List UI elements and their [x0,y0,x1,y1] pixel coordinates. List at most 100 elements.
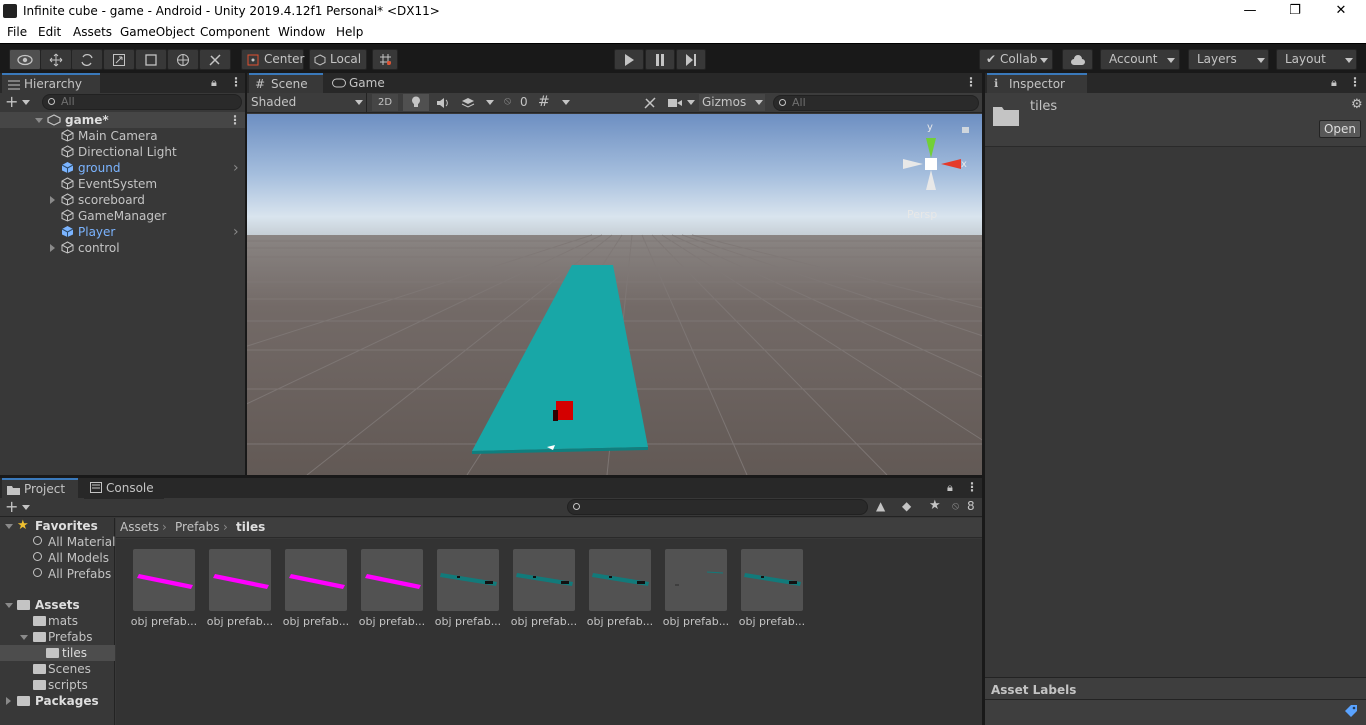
pivot-center-button[interactable]: Center [241,49,304,70]
effects-dropdown[interactable] [457,94,497,111]
gear-icon[interactable]: ⚙ [1351,97,1363,112]
pivot-local-button[interactable]: Local [309,49,367,70]
folder-mats[interactable]: mats [0,613,115,629]
hidden-packages-toggle[interactable]: ⦸ 8 [952,499,982,515]
create-dropdown[interactable]: + [5,93,35,111]
menu-file[interactable]: File [7,25,27,39]
pause-button[interactable] [645,49,675,70]
cloud-button[interactable] [1062,49,1093,70]
open-button[interactable]: Open [1319,120,1361,138]
lock-icon[interactable]: 🔒︎ [1331,76,1337,90]
breadcrumb-tiles[interactable]: tiles [236,520,265,534]
toggle-2d-button[interactable]: 2D [372,94,398,111]
scale-tool-button[interactable] [103,49,135,70]
lock-icon[interactable]: 🔒︎ [947,481,953,495]
assets-row[interactable]: Assets [0,597,115,613]
gizmo-lock-icon[interactable] [962,127,969,133]
folder-prefabs[interactable]: Prefabs [0,629,115,645]
lighting-toggle[interactable] [403,94,429,111]
asset-item[interactable]: obj prefab... [202,549,278,629]
expand-arrow-icon[interactable] [50,244,55,252]
tab-inspector[interactable]: ℹ Inspector [987,73,1087,94]
favorites-row[interactable]: ★ Favorites [0,518,115,534]
scene-root-row[interactable]: game* ⋮ [0,112,245,128]
tab-hierarchy[interactable]: Hierarchy [2,73,100,94]
panel-menu-icon[interactable]: ⋮ [966,480,978,494]
asset-item[interactable]: obj prefab... [582,549,658,629]
tab-scene[interactable]: # Scene [249,73,323,94]
step-button[interactable] [676,49,706,70]
move-tool-button[interactable] [40,49,72,70]
favorite-item[interactable]: All Models [0,550,115,566]
shading-mode-dropdown[interactable]: Shaded [247,93,367,112]
view-tool-button[interactable] [9,49,41,70]
grid-snap-button[interactable] [372,49,398,70]
label-tag-icon[interactable] [1344,704,1358,718]
hierarchy-search-input[interactable]: All [42,94,242,110]
expand-arrow-icon[interactable] [50,196,55,204]
custom-tool-button[interactable] [199,49,231,70]
rotate-tool-button[interactable] [71,49,103,70]
close-button[interactable]: ✕ [1318,0,1364,23]
hierarchy-item[interactable]: Directional Light [0,144,245,160]
open-prefab-arrow-icon[interactable]: › [233,160,239,176]
layers-dropdown[interactable]: Layers [1188,49,1269,70]
scene-grid-dropdown[interactable]: # [535,94,573,111]
folder-tiles[interactable]: tiles [0,645,115,661]
project-search-input[interactable] [567,499,868,515]
account-dropdown[interactable]: Account [1100,49,1180,70]
breadcrumb-assets[interactable]: Assets [120,520,159,534]
tab-console[interactable]: Console [84,478,164,499]
expand-arrow-icon[interactable] [20,635,28,640]
hierarchy-item[interactable]: scoreboard [0,192,245,208]
menu-assets[interactable]: Assets [73,25,112,39]
asset-item[interactable]: obj prefab... [734,549,810,629]
rect-tool-button[interactable] [135,49,167,70]
create-asset-dropdown[interactable]: + [5,498,35,516]
scene-viewport[interactable]: y x Persp [247,114,982,475]
favorite-item[interactable]: All Prefabs [0,566,115,582]
asset-item[interactable]: obj prefab... [506,549,582,629]
tab-game[interactable]: Game [327,73,393,94]
hierarchy-item[interactable]: Player › [0,224,245,240]
play-button[interactable] [614,49,644,70]
gizmos-dropdown[interactable]: Gizmos [699,94,765,111]
hierarchy-item[interactable]: control [0,240,245,256]
panel-menu-icon[interactable]: ⋮ [1349,75,1361,89]
expand-arrow-icon[interactable] [5,603,13,608]
tab-project[interactable]: Project [2,478,78,499]
minimize-button[interactable]: — [1227,0,1273,23]
folder-scenes[interactable]: Scenes [0,661,115,677]
scene-menu-icon[interactable]: ⋮ [229,112,241,128]
lock-icon[interactable]: 🔒︎ [211,76,217,90]
collab-dropdown[interactable]: ✔ Collab [979,49,1053,70]
menu-help[interactable]: Help [336,25,363,39]
menu-window[interactable]: Window [278,25,325,39]
maximize-button[interactable]: ❐ [1272,0,1318,23]
expand-arrow-icon[interactable] [6,697,11,705]
search-by-type-icon[interactable]: ▲ [876,499,885,513]
packages-row[interactable]: Packages [0,693,115,709]
transform-tool-button[interactable] [167,49,199,70]
menu-component[interactable]: Component [200,25,270,39]
layout-dropdown[interactable]: Layout [1276,49,1357,70]
open-prefab-arrow-icon[interactable]: › [233,224,239,240]
expand-arrow-icon[interactable] [35,118,43,123]
asset-item[interactable]: obj prefab... [354,549,430,629]
menu-gameobject[interactable]: GameObject [120,25,195,39]
asset-item[interactable]: obj prefab... [658,549,734,629]
folder-scripts[interactable]: scripts [0,677,115,693]
menu-edit[interactable]: Edit [38,25,61,39]
hierarchy-item[interactable]: ground › [0,160,245,176]
hierarchy-item[interactable]: GameManager [0,208,245,224]
favorite-item[interactable]: All Materials [0,534,122,550]
favorite-star-icon[interactable]: ★ [929,498,941,513]
panel-menu-icon[interactable]: ⋮ [230,75,242,89]
search-by-label-icon[interactable]: ◆ [902,499,911,513]
camera-dropdown[interactable] [665,94,697,111]
breadcrumb-prefabs[interactable]: Prefabs [175,520,220,534]
hierarchy-item[interactable]: EventSystem [0,176,245,192]
asset-item[interactable]: obj prefab... [278,549,354,629]
audio-toggle[interactable] [431,94,455,111]
asset-item[interactable]: obj prefab... [126,549,202,629]
